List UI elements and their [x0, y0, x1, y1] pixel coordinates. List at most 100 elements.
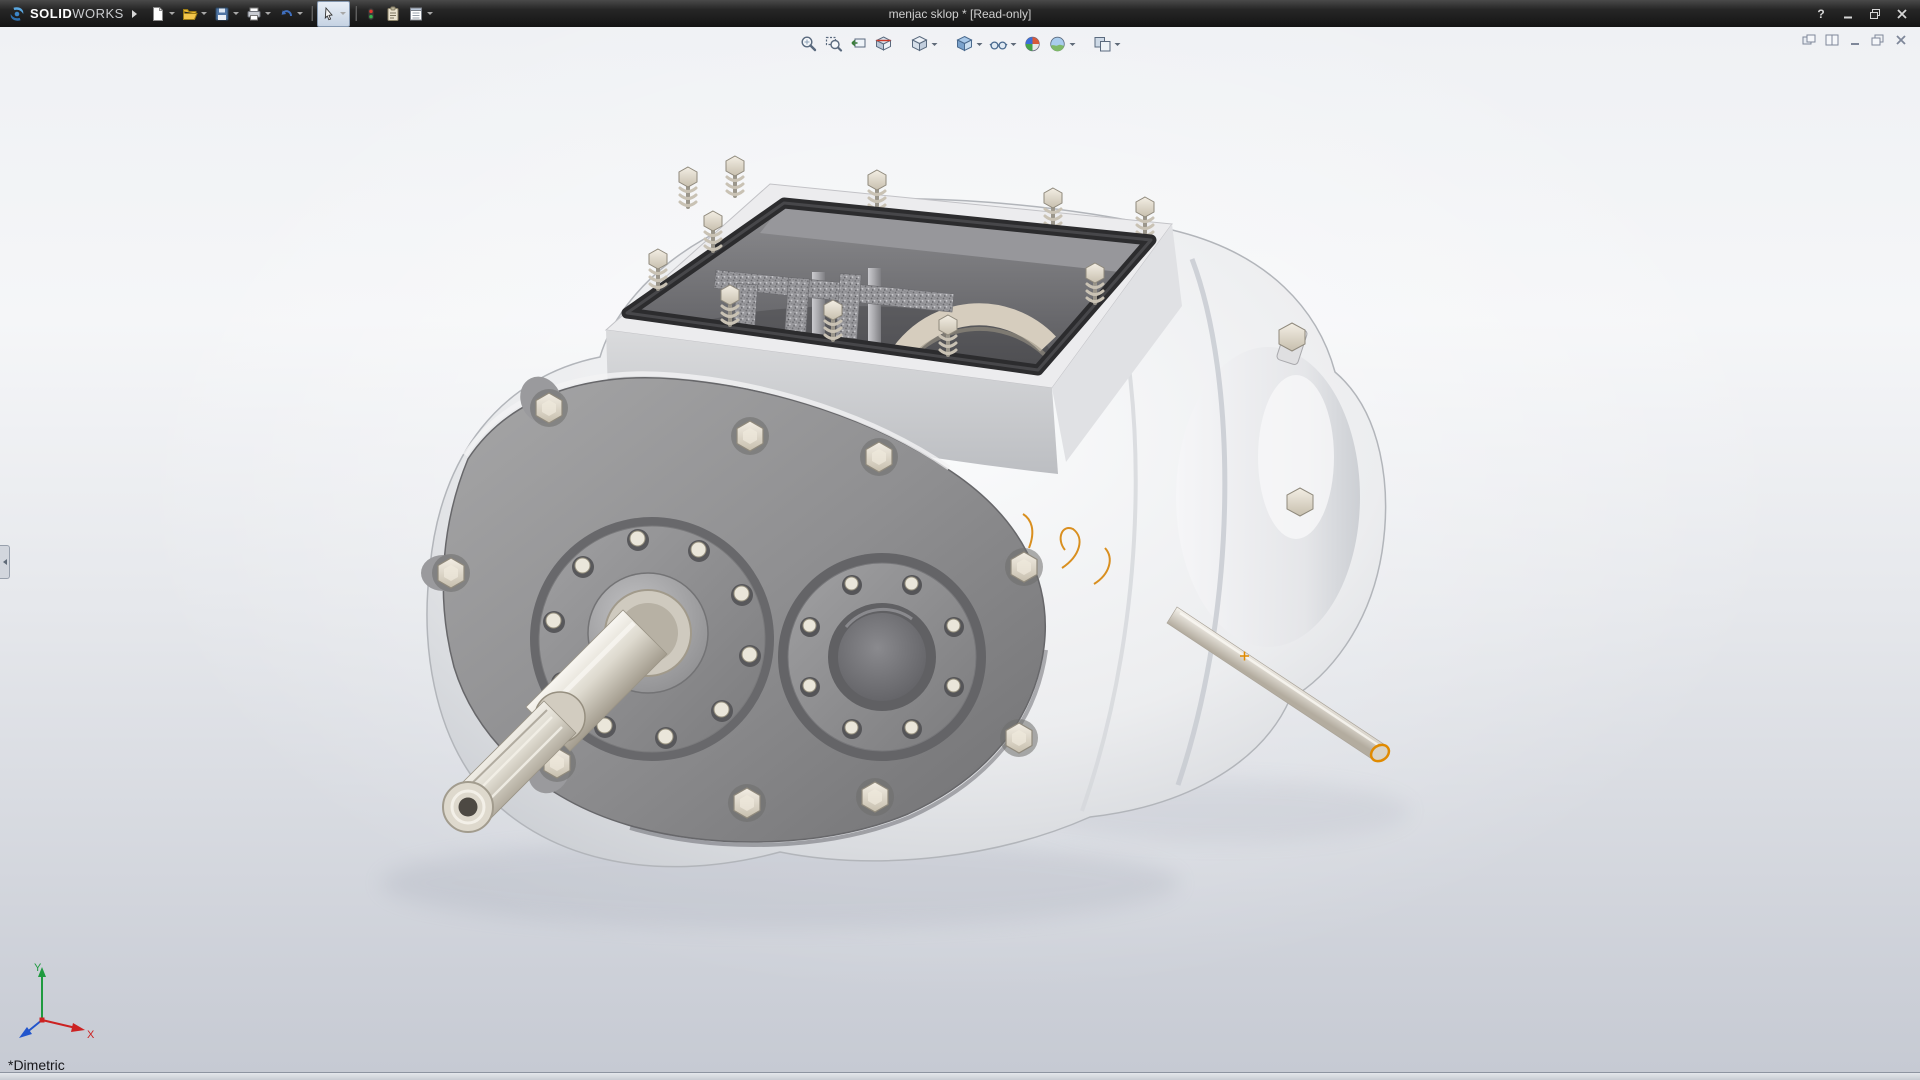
edit-appearance-icon — [1024, 35, 1042, 53]
toolbar-separator — [311, 6, 312, 21]
triad-x-label: X — [87, 1029, 95, 1041]
new-document-button[interactable] — [147, 2, 178, 26]
dropdown-caret-icon — [1115, 43, 1121, 46]
window-title: menjac sklop * [Read-only] — [889, 7, 1032, 21]
window-controls: ? — [1809, 5, 1914, 22]
flange-bolt — [728, 784, 766, 822]
featuremanager-collapse-tab[interactable] — [0, 545, 10, 579]
apply-scene-button[interactable] — [1047, 32, 1078, 56]
close-document-button[interactable] — [1891, 31, 1910, 48]
options-icon — [408, 6, 424, 22]
flange-bolt — [856, 778, 894, 816]
app-logo: SOLIDWORKS — [8, 5, 124, 23]
help-button[interactable]: ? — [1809, 5, 1833, 22]
save-icon — [214, 6, 230, 22]
flange-bolt — [731, 417, 769, 455]
close-button[interactable] — [1890, 5, 1914, 22]
minimize-icon — [1842, 8, 1854, 20]
dropdown-caret-icon — [233, 12, 239, 15]
restore-document-button[interactable] — [1868, 31, 1887, 48]
hide-show-items-button[interactable] — [988, 32, 1019, 56]
open-button[interactable] — [179, 2, 210, 26]
view-orientation-button[interactable] — [909, 32, 940, 56]
file-toolbar — [147, 1, 436, 27]
brand-light: WORKS — [72, 6, 124, 21]
dassault-logo-icon — [8, 6, 26, 22]
file-properties-icon — [385, 6, 401, 22]
select-cursor-icon — [321, 6, 337, 22]
brand-bold: SOLID — [30, 6, 72, 21]
status-bar — [0, 1072, 1920, 1080]
zoom-to-fit-icon — [800, 35, 818, 53]
undo-icon — [278, 6, 294, 22]
brand-text: SOLIDWORKS — [30, 5, 124, 23]
dropdown-caret-icon — [1011, 43, 1017, 46]
restore-icon — [1870, 33, 1885, 47]
minimize-button[interactable] — [1836, 5, 1860, 22]
orientation-triad: Y X — [8, 958, 100, 1053]
view-orientation-icon — [911, 35, 929, 53]
select-button[interactable] — [317, 1, 350, 27]
dropdown-caret-icon — [932, 43, 938, 46]
restore-icon — [1869, 8, 1881, 20]
close-icon — [1896, 8, 1908, 20]
dropdown-caret-icon — [297, 12, 303, 15]
dropdown-caret-icon — [169, 12, 175, 15]
apply-scene-icon — [1049, 35, 1067, 53]
zoom-to-fit-button[interactable] — [798, 32, 820, 56]
options-button[interactable] — [405, 2, 436, 26]
view-orientation-label: *Dimetric — [8, 1057, 65, 1073]
display-style-button[interactable] — [954, 32, 985, 56]
close-icon — [1894, 33, 1908, 47]
previous-view-button[interactable] — [848, 32, 870, 56]
document-window-controls — [1799, 31, 1910, 48]
tile-windows-icon — [1824, 33, 1840, 47]
hide-show-items-icon — [990, 35, 1008, 53]
tile-windows-button[interactable] — [1822, 31, 1841, 48]
gearbox-model[interactable] — [0, 27, 1920, 1073]
view-settings-icon — [1094, 35, 1112, 53]
maximize-button[interactable] — [1863, 5, 1887, 22]
dropdown-caret-icon — [201, 12, 207, 15]
cascade-windows-button[interactable] — [1799, 31, 1818, 48]
dropdown-caret-icon — [977, 43, 983, 46]
flange-bolt — [1005, 548, 1043, 586]
new-document-icon — [150, 6, 166, 22]
flange-bolt — [1000, 719, 1038, 757]
view-settings-button[interactable] — [1092, 32, 1123, 56]
toolbar-separator — [355, 6, 356, 21]
minimize-document-button[interactable] — [1845, 31, 1864, 48]
minimize-icon — [1848, 33, 1862, 47]
open-icon — [182, 6, 198, 22]
flange-bolt — [432, 554, 470, 592]
edit-appearance-button[interactable] — [1022, 32, 1044, 56]
cover-bolt — [726, 156, 744, 196]
rebuild-icon — [364, 6, 378, 22]
zoom-to-area-button[interactable] — [823, 32, 845, 56]
headsup-toolbar — [798, 32, 1123, 56]
previous-view-icon — [850, 35, 868, 53]
bearing-cover[interactable] — [778, 553, 986, 761]
print-icon — [246, 6, 262, 22]
dropdown-caret-icon — [1070, 43, 1076, 46]
section-view-button[interactable] — [873, 32, 895, 56]
undo-button[interactable] — [275, 2, 306, 26]
dropdown-caret-icon — [265, 12, 271, 15]
section-view-icon — [875, 35, 893, 53]
dropdown-caret-icon — [340, 12, 346, 15]
dropdown-caret-icon — [427, 12, 433, 15]
display-style-icon — [956, 35, 974, 53]
print-button[interactable] — [243, 2, 274, 26]
chevron-left-icon — [3, 559, 7, 565]
triad-y-label: Y — [34, 962, 42, 974]
menu-expand-icon[interactable] — [132, 10, 137, 18]
file-properties-button[interactable] — [382, 2, 404, 26]
zoom-to-area-icon — [825, 35, 843, 53]
graphics-area[interactable]: Y X *Dimetric — [0, 27, 1920, 1073]
save-button[interactable] — [211, 2, 242, 26]
cascade-windows-icon — [1801, 33, 1817, 47]
rebuild-button[interactable] — [361, 2, 381, 26]
flange-bolt — [530, 389, 568, 427]
flange-bolt — [860, 438, 898, 476]
cover-bolt — [679, 167, 697, 207]
